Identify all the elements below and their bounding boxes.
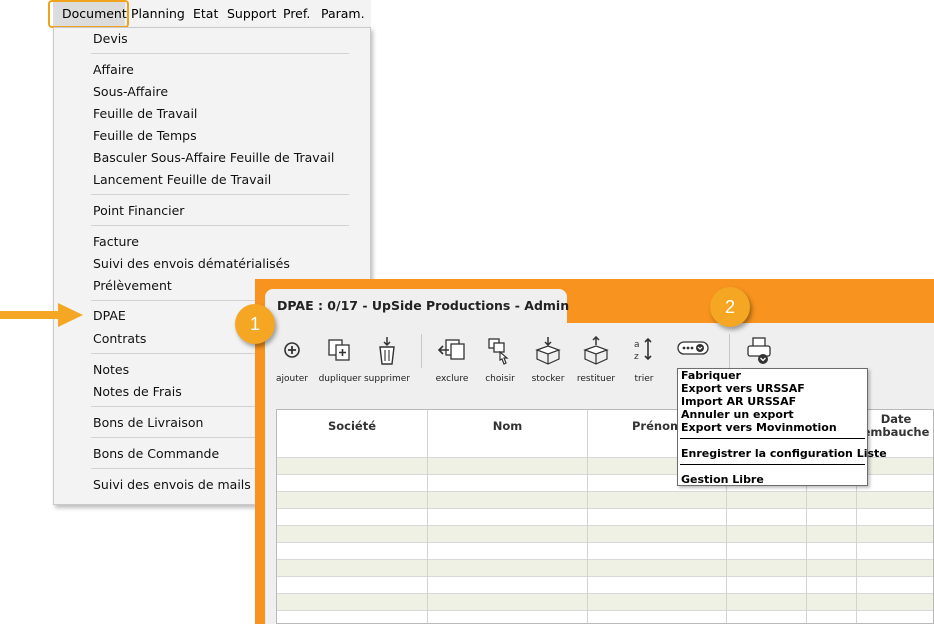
- menu-item-notes-frais[interactable]: Notes de Frais: [93, 384, 182, 399]
- popup-separator: [680, 438, 865, 439]
- menu-item-suivi-dematerialises[interactable]: Suivi des envois dématérialisés: [93, 256, 290, 271]
- toolbar-divider: [729, 334, 730, 368]
- window-tab-title: DPAE : 0/17 - UpSide Productions - Admin: [277, 298, 570, 313]
- table-row[interactable]: [277, 576, 933, 593]
- toolbar-label: dupliquer: [318, 374, 362, 384]
- duplicate-icon: [328, 339, 350, 361]
- menu-item-affaire[interactable]: Affaire: [93, 62, 134, 77]
- document-highlight-frame: [48, 0, 129, 28]
- annotation-badge-1: 1: [235, 304, 275, 344]
- toolbar-supprimer-button[interactable]: supprimer: [361, 336, 413, 384]
- toolbar-label: restituer: [576, 374, 616, 384]
- table-row[interactable]: [277, 508, 933, 525]
- toolbar-label: exclure: [435, 374, 469, 384]
- menu-item-contrats[interactable]: Contrats: [93, 331, 146, 346]
- menu-item-bons-commande[interactable]: Bons de Commande: [93, 446, 219, 461]
- menu-item-prelevement[interactable]: Prélèvement: [93, 278, 172, 293]
- more-options-icon: [677, 341, 709, 355]
- toolbar-divider: [421, 334, 422, 368]
- column-header-societe[interactable]: Société: [277, 410, 428, 457]
- menu-item-bons-livraison[interactable]: Bons de Livraison: [93, 415, 203, 430]
- menu-item-point-financier[interactable]: Point Financier: [93, 203, 184, 218]
- column-header-label: Société: [327, 419, 377, 433]
- popup-item-annuler-export[interactable]: Annuler un export: [681, 408, 794, 421]
- menu-item-sous-affaire[interactable]: Sous-Affaire: [93, 84, 168, 99]
- popup-separator: [680, 464, 865, 465]
- menu-item-feuille-travail[interactable]: Feuille de Travail: [93, 106, 197, 121]
- svg-text:z: z: [634, 352, 639, 362]
- popup-item-fabriquer[interactable]: Fabriquer: [681, 369, 741, 382]
- menu-item-suivi-mails[interactable]: Suivi des envois de mails: [93, 477, 251, 492]
- choose-icon: [488, 338, 509, 365]
- exclude-icon: [437, 339, 465, 360]
- column-header-label: Date embauche: [862, 412, 930, 439]
- menu-item-devis[interactable]: Devis: [93, 31, 128, 46]
- menu-item-basculer[interactable]: Basculer Sous-Affaire Feuille de Travail: [93, 150, 334, 165]
- toolbar-label: ajouter: [276, 374, 308, 384]
- menu-item-dpae[interactable]: DPAE: [93, 308, 126, 323]
- column-line: [427, 457, 428, 623]
- menu-planning[interactable]: Planning: [131, 6, 185, 21]
- toolbar-dupliquer-button[interactable]: dupliquer: [314, 336, 366, 384]
- toolbar-restituer-button[interactable]: restituer: [570, 336, 622, 384]
- column-header-label: Nom: [492, 419, 523, 433]
- table-row[interactable]: [277, 593, 933, 610]
- table-row[interactable]: [277, 491, 933, 508]
- menu-item-facture[interactable]: Facture: [93, 234, 139, 249]
- svg-text:a: a: [634, 340, 640, 350]
- sort-az-icon: a z: [634, 337, 652, 362]
- toolbar-ajouter-button[interactable]: ajouter: [266, 336, 318, 384]
- add-icon: [284, 342, 300, 358]
- popup-item-export-movinmotion[interactable]: Export vers Movinmotion: [681, 421, 837, 434]
- menu-pref[interactable]: Pref.: [283, 6, 310, 21]
- popup-item-import-ar-urssaf[interactable]: Import AR URSSAF: [681, 395, 796, 408]
- toolbar-exclure-button[interactable]: exclure: [426, 336, 478, 384]
- annotation-arrow-icon: [0, 303, 83, 327]
- options-popup-menu: Fabriquer Export vers URSSAF Import AR U…: [677, 368, 887, 486]
- menu-param[interactable]: Param.: [321, 6, 365, 21]
- table-row[interactable]: [277, 525, 933, 542]
- popup-item-export-urssaf[interactable]: Export vers URSSAF: [681, 382, 805, 395]
- print-icon: [747, 337, 771, 364]
- table-row[interactable]: [277, 559, 933, 576]
- toolbar-label: supprimer: [363, 374, 411, 384]
- toolbar-label: stocker: [531, 374, 565, 384]
- toolbar-label: trier: [634, 374, 654, 384]
- menu-separator: [91, 225, 349, 226]
- column-header-nom[interactable]: Nom: [428, 410, 588, 457]
- menu-support[interactable]: Support: [227, 6, 276, 21]
- table-row[interactable]: [277, 542, 933, 559]
- menu-separator: [91, 53, 349, 54]
- toolbar-label: choisir: [485, 374, 515, 384]
- toolbar-choisir-button[interactable]: choisir: [474, 336, 526, 384]
- column-line: [587, 457, 588, 623]
- annotation-badge-2: 2: [710, 287, 750, 327]
- store-box-icon: [535, 337, 561, 365]
- trash-icon: [379, 337, 395, 365]
- restore-box-icon: [583, 336, 609, 365]
- toolbar-trier-button[interactable]: a z trier: [618, 336, 670, 384]
- popup-item-gestion-libre[interactable]: Gestion Libre: [681, 473, 764, 486]
- menu-item-feuille-temps[interactable]: Feuille de Temps: [93, 128, 197, 143]
- table-row[interactable]: [277, 610, 933, 623]
- menu-etat[interactable]: Etat: [193, 6, 218, 21]
- menu-item-notes[interactable]: Notes: [93, 362, 129, 377]
- menu-separator: [91, 194, 349, 195]
- toolbar-stocker-button[interactable]: stocker: [522, 336, 574, 384]
- menu-item-lancement[interactable]: Lancement Feuille de Travail: [93, 172, 271, 187]
- popup-item-enregistrer-config[interactable]: Enregistrer la configuration Liste: [681, 447, 887, 460]
